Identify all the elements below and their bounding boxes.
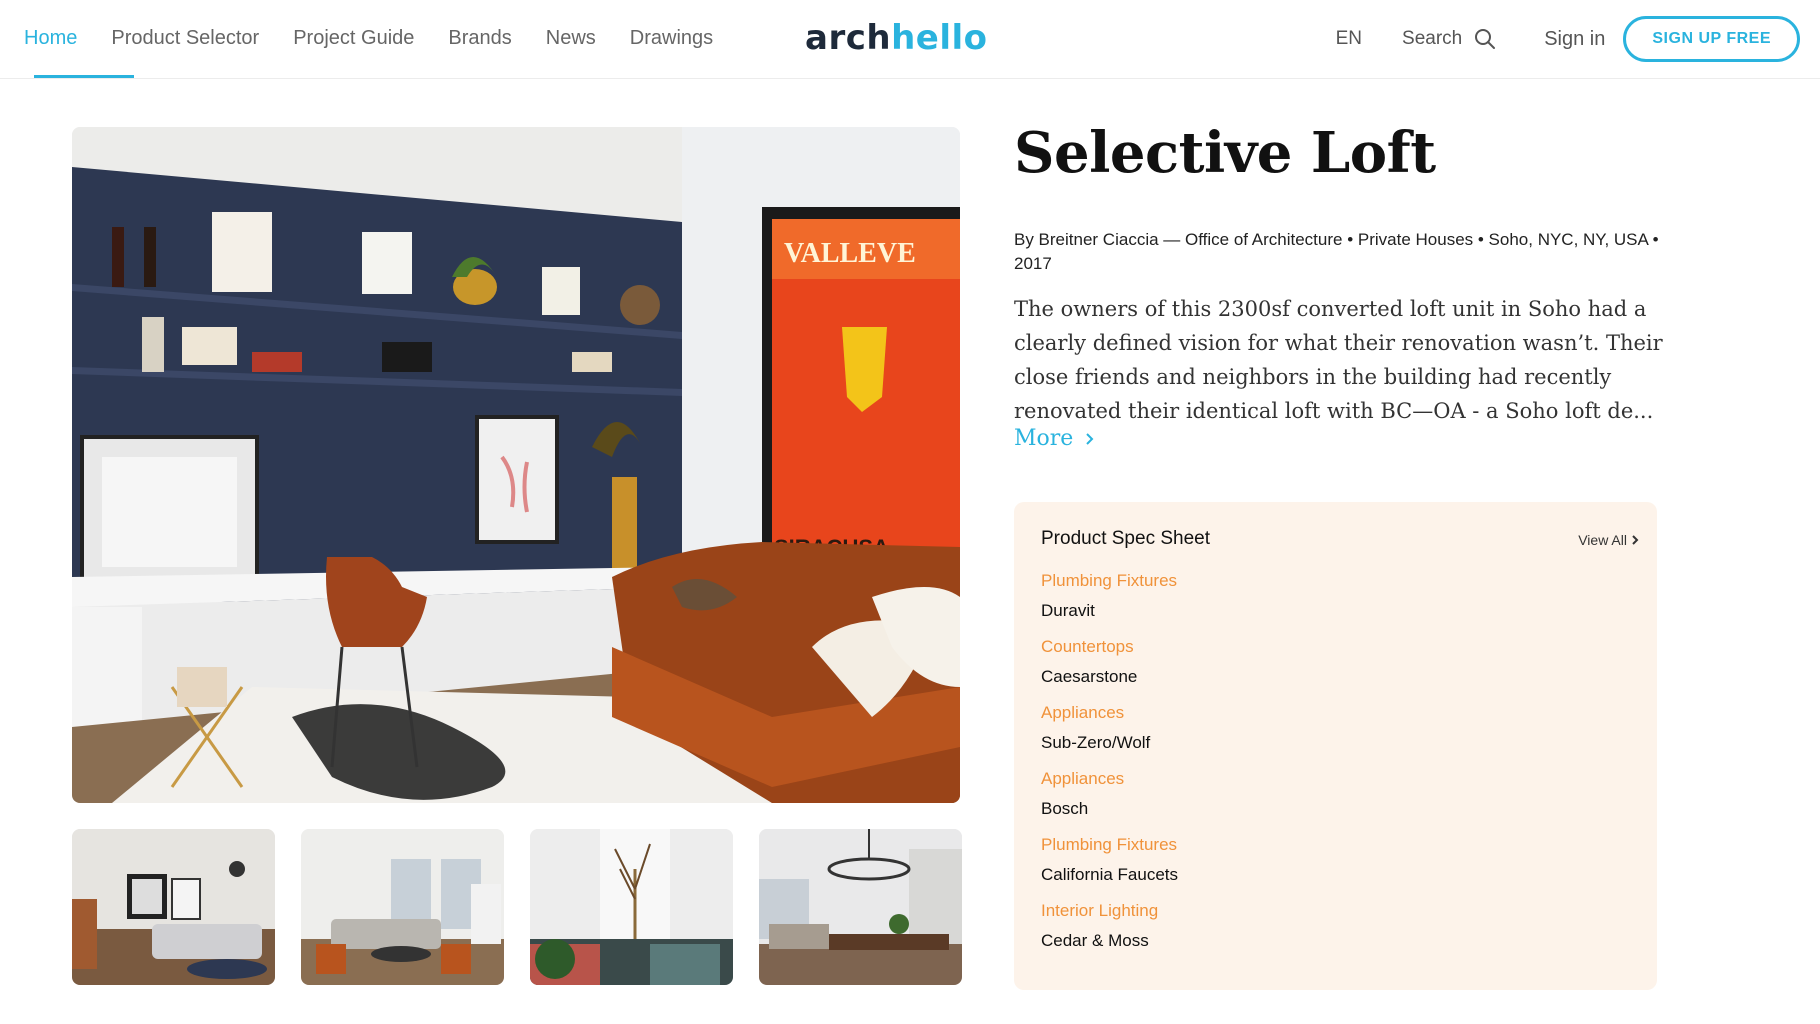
- archello-logo[interactable]: archhello: [805, 18, 988, 58]
- project-main-photo[interactable]: VALLEVE SIRACUSA AVOLA: [72, 127, 960, 803]
- window-corner-thumbnail: [530, 829, 733, 985]
- nav-news[interactable]: News: [546, 0, 596, 78]
- search-icon: [1475, 29, 1496, 49]
- nav-product-selector[interactable]: Product Selector: [111, 0, 259, 78]
- svg-text:VALLEVE: VALLEVE: [784, 238, 916, 269]
- search-button[interactable]: Search: [1402, 28, 1496, 50]
- thumbnail-4[interactable]: [759, 829, 962, 985]
- lounge-thumbnail: [301, 829, 504, 985]
- spec-category[interactable]: Interior Lighting: [1041, 896, 1178, 926]
- spec-category[interactable]: Appliances: [1041, 764, 1178, 794]
- spec-item[interactable]: Appliances Bosch: [1041, 764, 1178, 830]
- sign-up-button[interactable]: SIGN UP FREE: [1623, 16, 1800, 62]
- nav-brands[interactable]: Brands: [448, 0, 511, 78]
- sign-in-link[interactable]: Sign in: [1544, 28, 1605, 51]
- thumbnail-2[interactable]: [301, 829, 504, 985]
- dining-room-thumbnail: [759, 829, 962, 985]
- thumbnail-1[interactable]: [72, 829, 275, 985]
- spec-item[interactable]: Appliances Sub-Zero/Wolf: [1041, 698, 1178, 764]
- spec-list: Plumbing Fixtures Duravit Countertops Ca…: [1041, 566, 1178, 962]
- more-link[interactable]: More: [1014, 426, 1095, 451]
- spec-brand[interactable]: California Faucets: [1041, 860, 1178, 890]
- living-room-thumbnail: [72, 829, 275, 985]
- language-selector[interactable]: EN: [1336, 28, 1362, 50]
- spec-item[interactable]: Countertops Caesarstone: [1041, 632, 1178, 698]
- spec-item[interactable]: Plumbing Fixtures Duravit: [1041, 566, 1178, 632]
- spec-category[interactable]: Plumbing Fixtures: [1041, 566, 1178, 596]
- chevron-right-icon: [1632, 535, 1639, 545]
- nav-project-guide[interactable]: Project Guide: [293, 0, 414, 78]
- logo-part-hello: hello: [891, 18, 988, 58]
- spec-category[interactable]: Plumbing Fixtures: [1041, 830, 1178, 860]
- main-nav: Home Product Selector Project Guide Bran…: [24, 0, 747, 78]
- photo-thumbnails: [72, 829, 962, 985]
- spec-brand[interactable]: Duravit: [1041, 596, 1178, 626]
- spec-sheet-title: Product Spec Sheet: [1041, 528, 1210, 549]
- spec-brand[interactable]: Cedar & Moss: [1041, 926, 1178, 956]
- project-byline: By Breitner Ciaccia — Office of Architec…: [1014, 230, 1659, 273]
- view-all-link[interactable]: View All: [1578, 532, 1639, 548]
- search-label: Search: [1402, 28, 1463, 49]
- spec-item[interactable]: Plumbing Fixtures California Faucets: [1041, 830, 1178, 896]
- chevron-right-icon: [1086, 432, 1094, 445]
- spec-item[interactable]: Interior Lighting Cedar & Moss: [1041, 896, 1178, 962]
- nav-drawings[interactable]: Drawings: [630, 0, 713, 78]
- project-title: Selective Loft: [1014, 120, 1436, 186]
- project-description: The owners of this 2300sf converted loft…: [1014, 297, 1663, 423]
- header-actions: EN Search Sign in SIGN UP FREE: [1336, 0, 1800, 78]
- spec-category[interactable]: Appliances: [1041, 698, 1178, 728]
- spec-brand[interactable]: Caesarstone: [1041, 662, 1178, 692]
- view-all-label: View All: [1578, 532, 1627, 548]
- spec-brand[interactable]: Bosch: [1041, 794, 1178, 824]
- more-label: More: [1014, 426, 1074, 451]
- product-spec-sheet: Product Spec Sheet View All Plumbing Fix…: [1014, 502, 1657, 990]
- logo-part-arch: arch: [805, 18, 892, 58]
- nav-home[interactable]: Home: [24, 0, 135, 78]
- thumbnail-3[interactable]: [530, 829, 733, 985]
- loft-interior-illustration: VALLEVE SIRACUSA AVOLA: [72, 127, 960, 803]
- spec-category[interactable]: Countertops: [1041, 632, 1178, 662]
- spec-brand[interactable]: Sub-Zero/Wolf: [1041, 728, 1178, 758]
- top-navigation-bar: Home Product Selector Project Guide Bran…: [0, 0, 1820, 79]
